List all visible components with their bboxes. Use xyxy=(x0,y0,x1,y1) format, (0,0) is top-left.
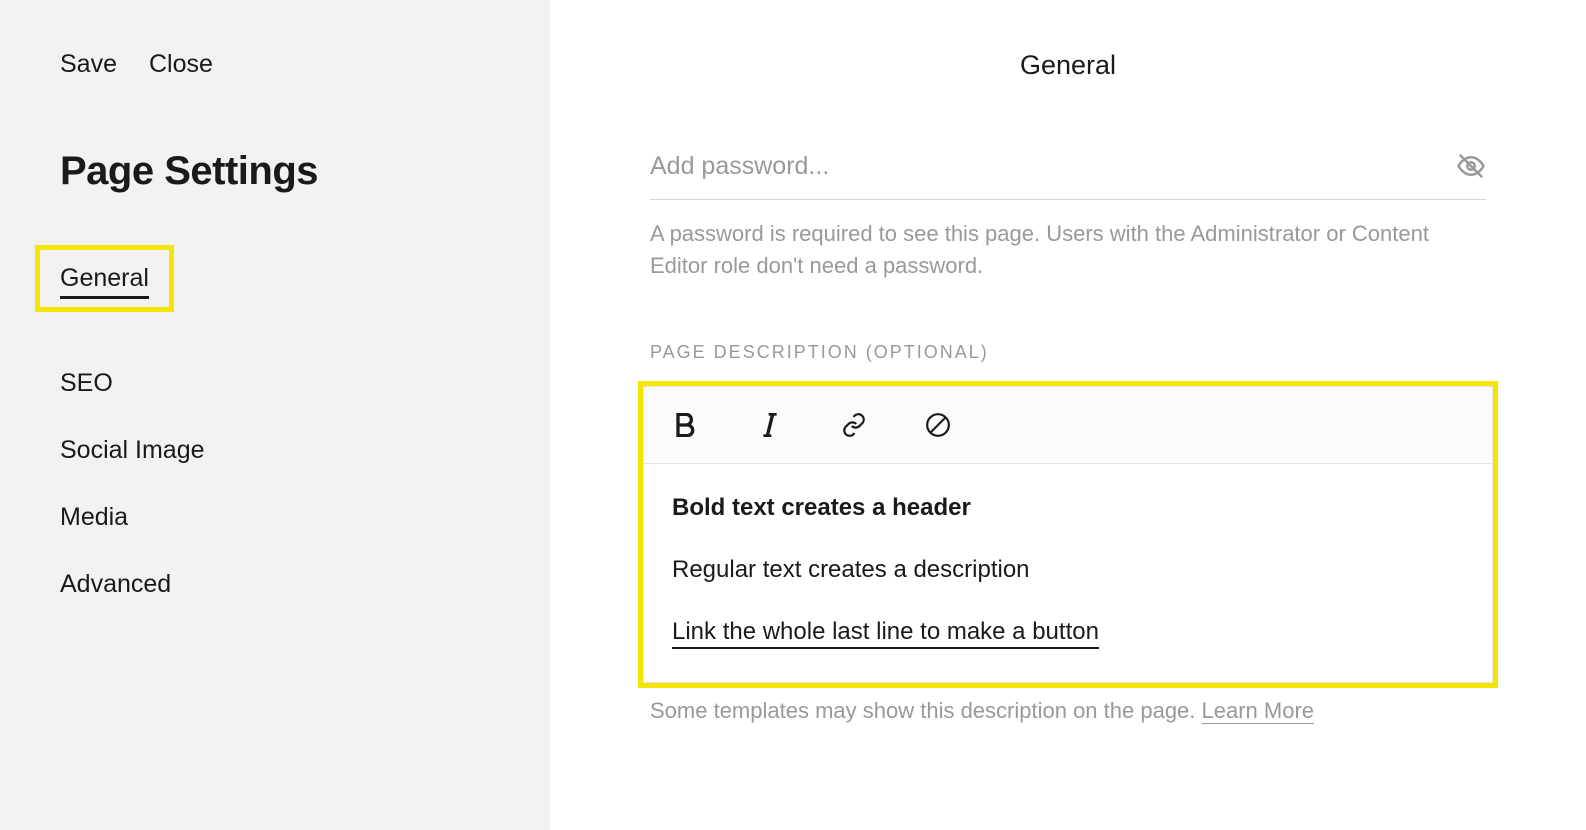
nav-item-seo[interactable]: SEO xyxy=(60,369,490,398)
save-button[interactable]: Save xyxy=(60,50,117,79)
editor-line-regular: Regular text creates a description xyxy=(672,556,1464,584)
close-button[interactable]: Close xyxy=(149,50,213,79)
nav-item-advanced[interactable]: Advanced xyxy=(60,570,490,599)
visibility-toggle-icon[interactable] xyxy=(1456,151,1486,181)
description-section-label: PAGE DESCRIPTION (OPTIONAL) xyxy=(650,342,1486,363)
description-footer-help: Some templates may show this description… xyxy=(650,698,1486,724)
editor-content[interactable]: Bold text creates a header Regular text … xyxy=(644,464,1492,682)
main-header: General xyxy=(550,50,1586,81)
nav-item-social-image[interactable]: Social Image xyxy=(60,436,490,465)
nav-item-general[interactable]: General xyxy=(60,264,490,331)
link-button[interactable] xyxy=(840,411,868,439)
editor-line-bold: Bold text creates a header xyxy=(672,494,1464,522)
description-editor-highlight: Bold text creates a header Regular text … xyxy=(638,381,1498,688)
password-row xyxy=(650,151,1486,200)
clear-format-button[interactable] xyxy=(924,411,952,439)
editor-line-link: Link the whole last line to make a butto… xyxy=(672,618,1464,646)
nav-item-media[interactable]: Media xyxy=(60,503,490,532)
main-panel: General A password is required to see th… xyxy=(550,0,1586,830)
password-help-text: A password is required to see this page.… xyxy=(650,218,1486,282)
learn-more-link[interactable]: Learn More xyxy=(1202,698,1315,724)
editor-toolbar xyxy=(644,387,1492,464)
page-title: Page Settings xyxy=(60,149,490,194)
settings-nav: General SEO Social Image Media Advanced xyxy=(60,264,490,599)
sidebar: Save Close Page Settings General SEO Soc… xyxy=(0,0,550,830)
password-input[interactable] xyxy=(650,152,1456,181)
italic-button[interactable] xyxy=(756,411,784,439)
content-area: A password is required to see this page.… xyxy=(550,151,1586,724)
description-editor: Bold text creates a header Regular text … xyxy=(643,386,1493,683)
bold-button[interactable] xyxy=(672,411,700,439)
sidebar-actions: Save Close xyxy=(60,50,490,79)
